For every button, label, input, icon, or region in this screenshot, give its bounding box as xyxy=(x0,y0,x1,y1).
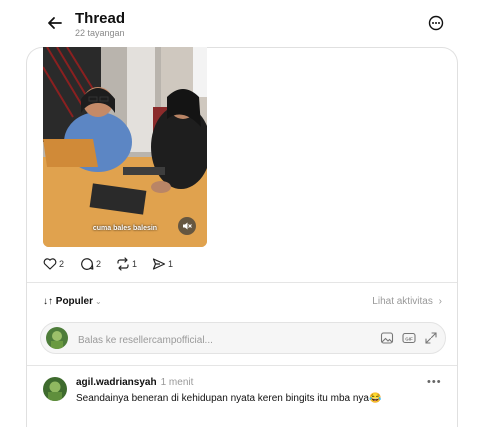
list-item: agil.wadriansyah 1 menit Seandainya bener… xyxy=(40,376,450,411)
view-activity-label: Lihat aktivitas xyxy=(372,296,433,307)
post-video[interactable]: cuma bales balesin xyxy=(43,47,207,247)
more-options-icon[interactable] xyxy=(427,14,445,32)
more-options-icon[interactable]: ••• xyxy=(427,376,442,388)
repost-icon xyxy=(117,257,129,271)
comment-button[interactable]: 2 xyxy=(80,257,104,271)
back-arrow-icon[interactable] xyxy=(45,13,65,33)
comment-bubble-icon xyxy=(81,258,94,270)
gif-icon[interactable]: GIF xyxy=(402,331,416,345)
sort-label: Populer xyxy=(55,296,94,307)
comment-count: 2 xyxy=(96,259,102,269)
view-activity-link[interactable]: Lihat aktivitas › xyxy=(372,296,442,307)
mute-icon[interactable] xyxy=(178,217,196,235)
share-button[interactable]: 1 xyxy=(152,257,176,271)
like-count: 2 xyxy=(59,259,65,269)
comment-text: Seandainya beneran di kehidupan nyata ke… xyxy=(76,393,382,404)
sort-arrows-icon: ↓↑ xyxy=(43,296,53,307)
page-title: Thread xyxy=(75,10,126,27)
divider xyxy=(27,282,457,283)
send-icon xyxy=(152,258,166,270)
sort-dropdown[interactable]: ↓↑ Populer ⌄ xyxy=(43,296,102,307)
image-attach-icon[interactable] xyxy=(380,331,394,345)
top-bar: Thread 22 tayangan xyxy=(0,0,500,46)
avatar[interactable] xyxy=(43,377,67,401)
avatar xyxy=(46,327,68,349)
chevron-down-icon: ⌄ xyxy=(95,297,102,306)
svg-text:GIF: GIF xyxy=(405,336,413,341)
divider xyxy=(27,365,457,366)
repost-count: 1 xyxy=(132,259,138,269)
like-button[interactable]: 2 xyxy=(43,257,67,271)
heart-icon xyxy=(43,258,57,270)
reply-composer: GIF xyxy=(40,322,446,354)
reply-input[interactable] xyxy=(76,331,340,349)
share-count: 1 xyxy=(168,259,174,269)
view-count: 22 tayangan xyxy=(75,28,125,38)
comment-time: 1 menit xyxy=(160,377,194,388)
repost-button[interactable]: 1 xyxy=(116,257,140,271)
chevron-right-icon: › xyxy=(438,296,442,307)
comment-username[interactable]: agil.wadriansyah 1 menit xyxy=(76,377,193,388)
username-text: agil.wadriansyah xyxy=(76,377,157,388)
expand-icon[interactable] xyxy=(424,331,438,345)
